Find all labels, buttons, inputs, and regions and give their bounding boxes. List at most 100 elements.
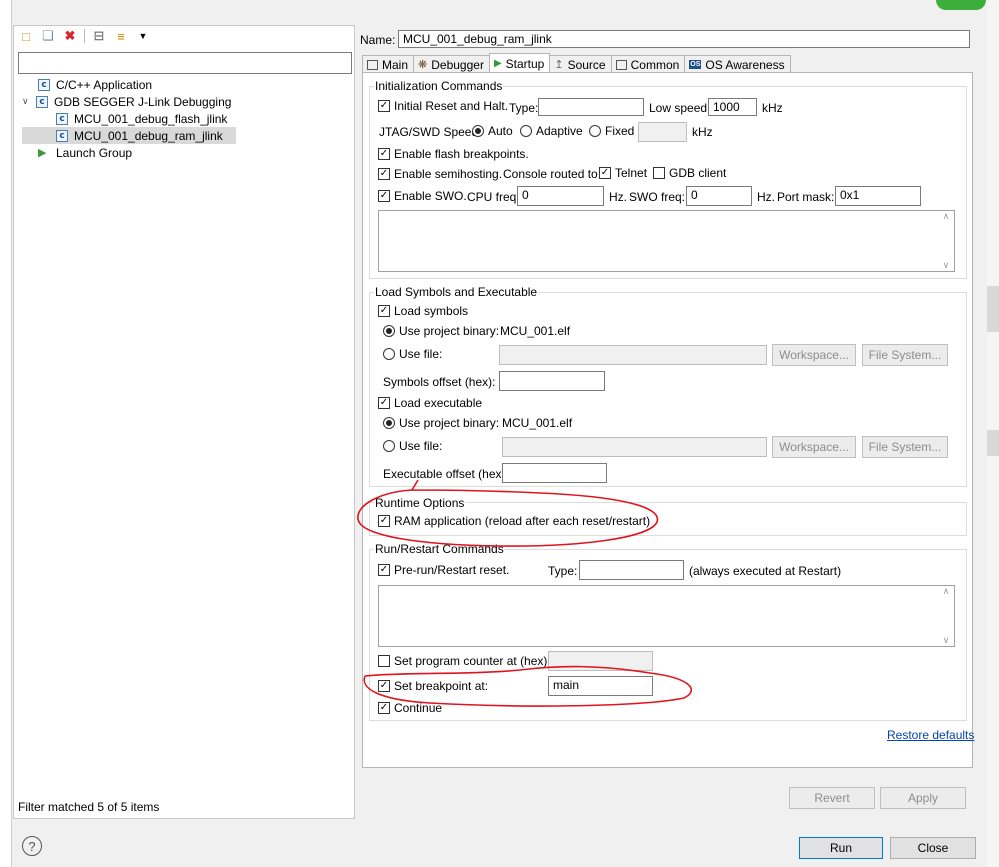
fixed-speed-khz-label: kHz [692,125,713,139]
ide-background-left [0,0,12,867]
tab-source[interactable]: ↥ Source [549,55,612,73]
symbols-project-binary-radio[interactable] [383,325,395,337]
load-symbols-label: Load symbols [394,304,469,318]
cpu-freq-label: CPU freq: [467,190,520,204]
flash-breakpoints-label: Enable flash breakpoints. [394,147,529,161]
run-commands-textarea[interactable]: ∧ ∨ [378,585,955,647]
tree-item-launch-group[interactable]: ▶ Launch Group [22,144,342,161]
filter-status: Filter matched 5 of 5 items [18,800,160,814]
tree-item-debug-ram[interactable]: c MCU_001_debug_ram_jlink [22,127,236,144]
symbols-offset-label: Symbols offset (hex): [383,375,496,389]
speed-fixed-radio[interactable] [589,125,601,137]
symbols-file-input [499,345,767,365]
chevron-down-icon[interactable]: ∨ [22,96,36,107]
symbols-offset-input[interactable] [499,371,605,391]
flash-breakpoints-checkbox[interactable]: ✓ [378,148,390,160]
symbols-use-file-label: Use file: [399,347,443,361]
tab-debugger[interactable]: ❋ Debugger [413,55,490,73]
ide-background-band [987,430,999,456]
load-symbols-title: Load Symbols and Executable [374,285,539,299]
os-awareness-icon: OS [689,60,702,69]
swo-checkbox[interactable]: ✓ [378,190,390,202]
tree-item-cpp-application[interactable]: c C/C++ Application [22,76,342,93]
debugger-bug-icon: ❋ [418,59,428,71]
tree-toolbar: □ ❏ ✖ ⊟ ≡ ▼ [18,28,151,44]
tab-main[interactable]: Main [362,55,415,73]
exec-file-input [502,437,767,457]
symbols-file-system-button[interactable]: File System... [862,344,948,366]
speed-auto-option[interactable]: Auto [472,124,513,138]
low-speed-input[interactable]: 1000 [708,98,757,116]
exec-offset-input[interactable] [502,463,607,483]
run-type-input[interactable] [579,560,684,580]
name-label: Name: [360,33,396,47]
swo-freq-hz-label: Hz. [757,190,775,204]
delete-icon[interactable]: ✖ [62,28,78,44]
new-config-icon[interactable]: □ [18,28,34,44]
speed-adaptive-option[interactable]: Adaptive [520,124,583,138]
continue-checkbox[interactable]: ✓ [378,702,390,714]
load-symbols-checkbox[interactable]: ✓ [378,305,390,317]
set-breakpoint-checkbox[interactable]: ✓ [378,680,390,692]
duplicate-icon[interactable]: ❏ [40,28,56,44]
c-app-icon: c [56,129,68,142]
filter-icon[interactable]: ≡ [113,28,129,44]
launch-group-icon: ▶ [38,147,47,159]
load-executable-checkbox[interactable]: ✓ [378,397,390,409]
exec-workspace-button[interactable]: Workspace... [772,436,856,458]
tab-startup[interactable]: ▶ Startup [488,53,551,73]
continue-label: Continue [394,701,443,715]
help-icon[interactable]: ? [22,836,42,856]
speed-fixed-option[interactable]: Fixed [589,124,634,138]
textarea-scrollbar[interactable]: ∧ ∨ [939,586,953,646]
run-type-label: Type: [548,564,578,578]
apply-button[interactable]: Apply [880,787,966,809]
name-input[interactable]: MCU_001_debug_ram_jlink [398,30,970,48]
close-button[interactable]: Close [890,837,976,859]
tree-item-segger-jlink[interactable]: ∨ c GDB SEGGER J-Link Debugging [22,93,342,110]
semihosting-label: Enable semihosting. [394,167,503,181]
symbols-project-binary-label: Use project binary: [399,324,500,338]
prerun-reset-checkbox[interactable]: ✓ [378,564,390,576]
init-commands-textarea[interactable]: ∧ ∨ [378,210,955,272]
ram-application-label: RAM application (reload after each reset… [394,514,651,528]
exec-project-binary-radio[interactable] [383,417,395,429]
set-breakpoint-label: Set breakpoint at: [394,679,489,693]
set-pc-input [548,651,653,671]
run-button[interactable]: Run [799,837,883,859]
main-tab-icon [367,59,378,70]
gdb-client-checkbox[interactable] [653,167,665,179]
telnet-checkbox[interactable]: ✓ [599,167,611,179]
exec-binary-value: MCU_001.elf [502,416,573,430]
collapse-icon[interactable]: ⊟ [91,28,107,44]
exec-file-system-button[interactable]: File System... [862,436,948,458]
dropdown-arrow-icon[interactable]: ▼ [135,28,151,44]
speed-adaptive-radio[interactable] [520,125,532,137]
symbols-workspace-button[interactable]: Workspace... [772,344,856,366]
symbols-use-file-radio[interactable] [383,348,395,360]
common-tab-icon [615,59,627,70]
filter-input[interactable] [18,52,352,74]
revert-button[interactable]: Revert [789,787,875,809]
ram-application-checkbox[interactable]: ✓ [378,515,390,527]
init-type-label: Type: [509,101,539,115]
tab-os-awareness[interactable]: OS OS Awareness [684,55,791,73]
textarea-scrollbar[interactable]: ∧ ∨ [939,211,953,271]
semihosting-checkbox[interactable]: ✓ [378,168,390,180]
restore-defaults-link[interactable]: Restore defaults [887,728,974,742]
speed-auto-radio[interactable] [472,125,484,137]
initial-reset-checkbox[interactable]: ✓ [378,100,390,112]
exec-use-file-radio[interactable] [383,440,395,452]
swo-freq-input[interactable]: 0 [686,186,752,206]
tab-bar: Main ❋ Debugger ▶ Startup ↥ Source Commo… [362,53,791,73]
breakpoint-input[interactable]: main [548,676,653,696]
tab-common[interactable]: Common [610,55,686,73]
cpu-freq-input[interactable]: 0 [517,186,604,206]
set-pc-checkbox[interactable] [378,655,390,667]
swo-label: Enable SWO. [394,189,467,203]
low-speed-khz-label: kHz [762,101,783,115]
init-type-input[interactable] [538,98,644,116]
tree-item-debug-flash[interactable]: c MCU_001_debug_flash_jlink [22,110,342,127]
port-mask-input[interactable]: 0x1 [835,186,921,206]
fixed-speed-input [638,122,687,142]
